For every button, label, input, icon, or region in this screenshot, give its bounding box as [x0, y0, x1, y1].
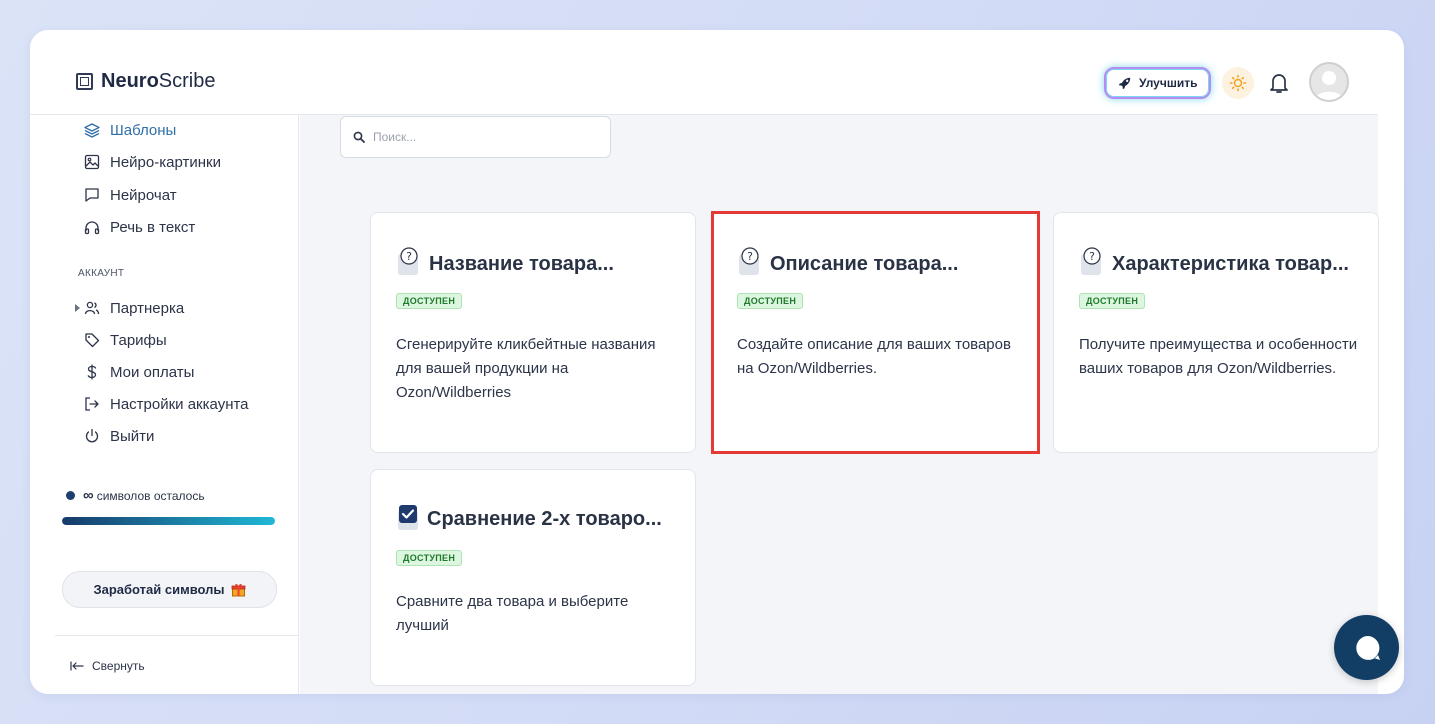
card-title: Характеристика товар...	[1112, 253, 1349, 275]
dollar-icon	[87, 364, 97, 380]
sidebar-item-tariffs[interactable]: Тарифы	[84, 328, 167, 352]
login-icon	[85, 397, 99, 411]
power-icon	[85, 428, 99, 443]
logo-icon	[76, 73, 93, 90]
symbols-remaining: ∞ символов осталось	[66, 487, 205, 504]
sidebar-item-logout[interactable]: Выйти	[84, 424, 154, 448]
symbols-count: ∞	[83, 487, 94, 504]
card-description: Сравните два товара и выберите лучший	[396, 593, 629, 634]
sidebar-item-account-settings[interactable]: Настройки аккаунта	[84, 392, 249, 416]
sidebar-item-templates[interactable]: Шаблоны	[84, 118, 176, 142]
question-icon: ?	[398, 247, 418, 275]
image-icon	[84, 154, 100, 170]
sidebar-item-label: Выйти	[110, 427, 155, 445]
support-chat-button[interactable]	[1334, 615, 1399, 680]
sun-icon	[1229, 74, 1247, 92]
collapse-arrow-icon	[70, 661, 84, 671]
checkbox-icon	[398, 505, 418, 530]
upgrade-label: Улучшить	[1139, 76, 1198, 90]
card-description: Получите преимущества и особенности ваши…	[1079, 336, 1358, 377]
chat-bubble-icon	[1355, 635, 1380, 660]
status-dot	[66, 491, 75, 500]
tag-icon	[85, 333, 100, 348]
upgrade-button[interactable]: Улучшить	[1104, 67, 1212, 99]
earn-symbols-label: Заработай символы	[93, 582, 225, 597]
avatar[interactable]	[1309, 62, 1349, 102]
sidebar-item-speech-to-text[interactable]: Речь в текст	[84, 215, 195, 239]
sidebar-item-label: Нейро-картинки	[110, 153, 221, 171]
layers-icon	[84, 123, 100, 138]
sidebar-item-label: Речь в текст	[110, 218, 196, 236]
sidebar-item-label: Партнерка	[110, 299, 185, 317]
sidebar: Шаблоны Нейро-картинки Нейрочат Речь в т…	[30, 115, 299, 694]
sidebar-item-partners[interactable]: Партнерка	[84, 296, 184, 320]
search-box[interactable]	[340, 116, 611, 158]
collapse-sidebar-button[interactable]: Свернуть	[70, 659, 145, 673]
account-section-label: АККАУНТ	[78, 268, 125, 279]
expand-caret-icon[interactable]	[75, 304, 80, 312]
symbols-progress-bar	[62, 517, 275, 525]
sidebar-item-neuro-images[interactable]: Нейро-картинки	[84, 150, 221, 174]
sidebar-item-label: Шаблоны	[110, 121, 177, 139]
svg-text:?: ?	[406, 250, 412, 263]
sidebar-item-payments[interactable]: Мои оплаты	[84, 360, 194, 384]
card-title: Описание товара...	[770, 253, 959, 275]
card-description: Создайте описание для ваших товаров на O…	[737, 336, 1011, 377]
template-card-product-characteristics[interactable]: ? Характеристика товар... ДОСТУПЕН Получ…	[1053, 212, 1379, 453]
search-input[interactable]	[373, 130, 593, 144]
question-icon: ?	[1081, 247, 1101, 275]
card-title: Название товара...	[429, 253, 614, 275]
sidebar-divider	[55, 635, 299, 636]
status-badge: ДОСТУПЕН	[737, 293, 804, 309]
users-icon	[84, 301, 100, 315]
template-card-product-comparison[interactable]: Сравнение 2-х товаро... ДОСТУПЕН Сравнит…	[370, 469, 696, 686]
sidebar-item-label: Нейрочат	[110, 186, 177, 204]
rocket-icon	[1118, 77, 1131, 90]
top-header: NeuroScribe Улучшить	[30, 30, 1378, 115]
svg-text:?: ?	[747, 250, 753, 263]
search-icon	[353, 131, 365, 143]
card-description: Сгенерируйте кликбейтные названия для ва…	[396, 336, 656, 401]
template-card-product-name[interactable]: ? Название товара... ДОСТУПЕН Сгенерируй…	[370, 212, 696, 453]
question-icon: ?	[739, 247, 759, 275]
card-title: Сравнение 2-х товаро...	[427, 508, 662, 530]
headphones-icon	[84, 221, 100, 235]
svg-text:?: ?	[1089, 250, 1095, 263]
sidebar-item-label: Мои оплаты	[110, 363, 195, 381]
symbols-progress-fill	[62, 517, 275, 525]
status-badge: ДОСТУПЕН	[1079, 293, 1146, 309]
gift-icon	[231, 583, 245, 597]
sidebar-item-neurochat[interactable]: Нейрочат	[84, 183, 177, 207]
logo-text: NeuroScribe	[101, 70, 216, 92]
earn-symbols-button[interactable]: Заработай символы	[62, 571, 277, 608]
logo[interactable]: NeuroScribe	[76, 70, 216, 93]
bell-icon[interactable]	[1268, 71, 1290, 95]
app-window: NeuroScribe Улучшить Шаблоны Нейро-карти…	[30, 30, 1404, 694]
theme-toggle[interactable]	[1222, 67, 1254, 99]
symbols-text: символов осталось	[96, 488, 205, 503]
sidebar-item-label: Тарифы	[110, 331, 167, 349]
chat-icon	[85, 188, 99, 202]
template-card-product-description[interactable]: ? Описание товара... ДОСТУПЕН Создайте о…	[711, 211, 1040, 454]
user-avatar-icon	[1315, 71, 1343, 100]
collapse-label: Свернуть	[92, 659, 145, 673]
sidebar-item-label: Настройки аккаунта	[110, 395, 249, 413]
main-content: ? Название товара... ДОСТУПЕН Сгенерируй…	[300, 115, 1399, 694]
status-badge: ДОСТУПЕН	[396, 293, 463, 309]
status-badge: ДОСТУПЕН	[396, 550, 463, 566]
